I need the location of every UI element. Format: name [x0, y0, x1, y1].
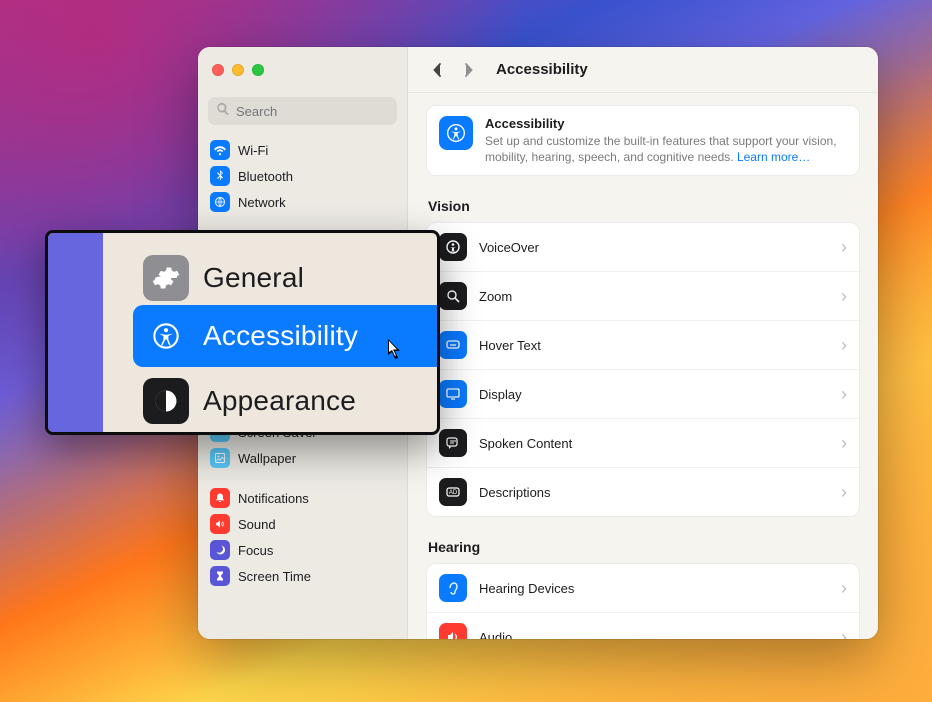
- chevron-right-icon: ›: [841, 237, 847, 258]
- row-voiceover[interactable]: VoiceOver ›: [427, 223, 859, 272]
- search-field[interactable]: [208, 97, 397, 125]
- page-title: Accessibility: [496, 61, 588, 78]
- chevron-right-icon: ›: [841, 482, 847, 503]
- sidebar-group-network: Wi-Fi Bluetooth Network: [204, 137, 401, 215]
- close-window-button[interactable]: [212, 64, 224, 76]
- zoom-icon: [439, 282, 467, 310]
- sidebar-item-sound[interactable]: Sound: [204, 511, 401, 537]
- sidebar-item-wallpaper[interactable]: Wallpaper: [204, 445, 401, 471]
- ear-icon: [439, 574, 467, 602]
- row-spoken-content[interactable]: Spoken Content ›: [427, 419, 859, 468]
- bluetooth-icon: [210, 166, 230, 186]
- gear-icon: [143, 255, 189, 301]
- row-hover-text[interactable]: Hover Text ›: [427, 321, 859, 370]
- sound-icon: [210, 514, 230, 534]
- chevron-right-icon: ›: [841, 578, 847, 599]
- sidebar-item-screentime[interactable]: Screen Time: [204, 563, 401, 589]
- nav-forward-button[interactable]: [456, 58, 480, 82]
- nav-back-button[interactable]: [426, 58, 450, 82]
- chevron-right-icon: ›: [841, 384, 847, 405]
- vision-panel: VoiceOver › Zoom › Hover Text › Display …: [426, 222, 860, 517]
- row-label: Descriptions: [479, 485, 829, 500]
- mag-item-accessibility[interactable]: Accessibility: [143, 313, 358, 359]
- sidebar-item-bluetooth[interactable]: Bluetooth: [204, 163, 401, 189]
- hearing-panel: Hearing Devices › Audio › Captions ›: [426, 563, 860, 639]
- accessibility-icon: [439, 116, 473, 150]
- spoken-content-icon: [439, 429, 467, 457]
- sidebar-item-label: Bluetooth: [238, 169, 293, 184]
- network-icon: [210, 192, 230, 212]
- row-audio[interactable]: Audio ›: [427, 613, 859, 639]
- main-scroll[interactable]: Accessibility Set up and customize the b…: [408, 93, 878, 639]
- hero-title: Accessibility: [485, 116, 847, 131]
- sidebar-item-focus[interactable]: Focus: [204, 537, 401, 563]
- focus-icon: [210, 540, 230, 560]
- screentime-icon: [210, 566, 230, 586]
- mag-item-appearance[interactable]: Appearance: [143, 378, 356, 424]
- audio-icon: [439, 623, 467, 639]
- sidebar-item-label: Wi-Fi: [238, 143, 268, 158]
- row-descriptions[interactable]: AD Descriptions ›: [427, 468, 859, 516]
- hero-desc: Set up and customize the built-in featur…: [485, 133, 847, 165]
- display-acc-icon: [439, 380, 467, 408]
- svg-text:AD: AD: [449, 490, 458, 496]
- chevron-right-icon: ›: [841, 286, 847, 307]
- row-label: VoiceOver: [479, 240, 829, 255]
- mag-item-general[interactable]: General: [143, 255, 304, 301]
- sidebar-item-label: Notifications: [238, 491, 309, 506]
- hover-text-icon: [439, 331, 467, 359]
- hero-text: Accessibility Set up and customize the b…: [485, 116, 847, 165]
- row-label: Hover Text: [479, 338, 829, 353]
- sidebar-group-alerts: Notifications Sound Focus Screen Time: [204, 485, 401, 589]
- voiceover-icon: [439, 233, 467, 261]
- sidebar-item-label: Network: [238, 195, 286, 210]
- minimize-window-button[interactable]: [232, 64, 244, 76]
- row-hearing-devices[interactable]: Hearing Devices ›: [427, 564, 859, 613]
- main-content: Accessibility Accessibility Set up and c…: [408, 47, 878, 639]
- section-vision-label: Vision: [428, 198, 858, 214]
- magnifier-left-strip: [48, 233, 103, 432]
- sidebar-item-wifi[interactable]: Wi-Fi: [204, 137, 401, 163]
- row-label: Hearing Devices: [479, 581, 829, 596]
- chevron-right-icon: ›: [841, 433, 847, 454]
- mag-label: Accessibility: [203, 320, 358, 352]
- sidebar-item-label: Sound: [238, 517, 276, 532]
- window-controls: [198, 47, 407, 93]
- sidebar-item-label: Wallpaper: [238, 451, 296, 466]
- accessibility-hero: Accessibility Set up and customize the b…: [426, 105, 860, 176]
- sidebar-item-label: Screen Time: [238, 569, 311, 584]
- descriptions-icon: AD: [439, 478, 467, 506]
- row-label: Zoom: [479, 289, 829, 304]
- sidebar-item-network[interactable]: Network: [204, 189, 401, 215]
- sidebar-item-label: Focus: [238, 543, 273, 558]
- chevron-right-icon: ›: [841, 627, 847, 639]
- magnified-sidebar-overlay: General Accessibility Appearance: [45, 230, 440, 435]
- main-header: Accessibility: [408, 47, 878, 93]
- chevron-right-icon: ›: [841, 335, 847, 356]
- row-label: Audio: [479, 630, 829, 639]
- row-zoom[interactable]: Zoom ›: [427, 272, 859, 321]
- mag-label: General: [203, 262, 304, 294]
- mag-label: Appearance: [203, 385, 356, 417]
- row-display[interactable]: Display ›: [427, 370, 859, 419]
- row-label: Display: [479, 387, 829, 402]
- search-icon: [216, 102, 236, 121]
- section-hearing-label: Hearing: [428, 539, 858, 555]
- sidebar-item-notifications[interactable]: Notifications: [204, 485, 401, 511]
- appearance-icon: [143, 378, 189, 424]
- learn-more-link[interactable]: Learn more…: [737, 150, 810, 164]
- row-label: Spoken Content: [479, 436, 829, 451]
- wifi-icon: [210, 140, 230, 160]
- notifications-icon: [210, 488, 230, 508]
- wallpaper-icon: [210, 448, 230, 468]
- accessibility-icon: [143, 313, 189, 359]
- zoom-window-button[interactable]: [252, 64, 264, 76]
- search-input[interactable]: [236, 104, 412, 119]
